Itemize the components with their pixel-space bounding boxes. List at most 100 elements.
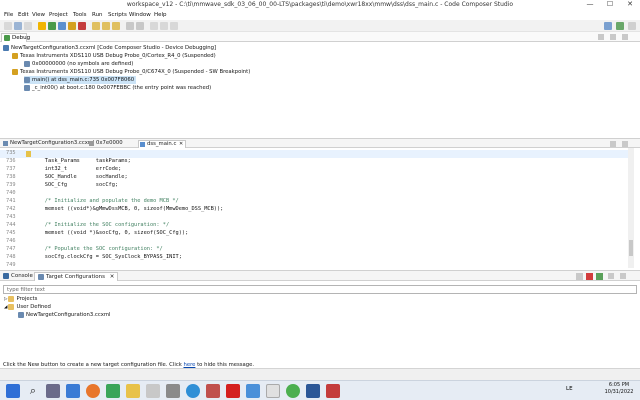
- code-comment: /* Initialize the SOC configuration: */: [32, 222, 170, 228]
- chrome-icon[interactable]: [286, 384, 300, 398]
- menu-tools[interactable]: Tools: [73, 12, 87, 18]
- suspend-icon[interactable]: [68, 22, 76, 30]
- tree-item-user-defined[interactable]: ◢ User Defined: [4, 303, 51, 311]
- reset-icon[interactable]: [126, 22, 134, 30]
- resume-icon[interactable]: [58, 22, 66, 30]
- excel-icon[interactable]: [106, 384, 120, 398]
- build-icon[interactable]: [38, 22, 46, 30]
- tree-item-frame-main[interactable]: main() at dss_main.c:735 0x007F8060: [24, 76, 137, 84]
- ie-icon[interactable]: [66, 384, 80, 398]
- maximize-button[interactable]: ☐: [600, 0, 620, 10]
- menu-edit[interactable]: Edit: [18, 12, 29, 18]
- line-number: 745: [6, 230, 16, 236]
- collapse-icon[interactable]: ◢: [4, 305, 7, 310]
- stack-frame-icon: [24, 84, 30, 91]
- minimize-view-icon[interactable]: [608, 273, 614, 279]
- tab-debug[interactable]: Debug: [1, 33, 30, 42]
- perspective-edit-icon[interactable]: [604, 22, 612, 30]
- maximize-view-icon[interactable]: [620, 273, 626, 279]
- current-line-highlight: [0, 150, 628, 158]
- close-tab-icon[interactable]: ✕: [179, 141, 183, 148]
- console-icon: [3, 272, 9, 279]
- folder-icon: [8, 303, 15, 310]
- line-number: 739: [6, 182, 16, 188]
- stack-frame-icon: [24, 60, 30, 67]
- app-icon[interactable]: [206, 384, 220, 398]
- menu-window[interactable]: Window: [129, 12, 151, 18]
- app-icon[interactable]: [146, 384, 160, 398]
- word-icon[interactable]: [306, 384, 320, 398]
- tree-item-projects[interactable]: ▷ Projects: [4, 295, 37, 303]
- new-config-icon[interactable]: [576, 273, 583, 280]
- system-clock[interactable]: 6:05 PM 10/31/2022: [600, 382, 638, 396]
- code-editor[interactable]: 735 736 737 738 739 740 741 742 743 744 …: [0, 148, 640, 268]
- app-icon[interactable]: [266, 384, 280, 398]
- thread-suspended-icon: [12, 68, 18, 75]
- code-comment: /* Initialize and populate the demo MCB …: [32, 198, 179, 204]
- firefox-icon[interactable]: [86, 384, 100, 398]
- menu-project[interactable]: Project: [49, 12, 68, 18]
- search-toolbar-icon[interactable]: [150, 22, 158, 30]
- minimize-editor-icon[interactable]: [610, 141, 616, 147]
- language-indicator[interactable]: LE: [566, 386, 573, 392]
- debug-icon[interactable]: [48, 22, 56, 30]
- maximize-view-icon[interactable]: [622, 34, 628, 40]
- tab-dss-main[interactable]: dss_main.c ✕: [138, 140, 186, 148]
- task-view-icon[interactable]: [46, 384, 60, 398]
- delete-icon[interactable]: [586, 273, 593, 280]
- tree-item-frame-r4[interactable]: 0x00000000 (no symbols are defined): [24, 60, 133, 68]
- new-icon[interactable]: [4, 22, 12, 30]
- forward-icon[interactable]: [170, 22, 178, 30]
- close-button[interactable]: ✕: [620, 0, 640, 10]
- view-menu-icon[interactable]: [598, 34, 604, 40]
- windows-start-icon[interactable]: [6, 384, 20, 398]
- cube-app-icon[interactable]: [166, 384, 180, 398]
- tree-item-core-c674x[interactable]: Texas Instruments XDS110 USB Debug Probe…: [12, 68, 250, 76]
- menu-file[interactable]: File: [4, 12, 13, 18]
- tree-item-ccxml[interactable]: NewTargetConfiguration3.ccxml: [18, 311, 111, 319]
- app-icon[interactable]: [246, 384, 260, 398]
- tab-disassembly[interactable]: 0x7e0000: [88, 140, 123, 148]
- minimize-button[interactable]: —: [580, 0, 600, 10]
- code-line: memset ((void*)&gMmwDssMCB, 0, sizeof(Mm…: [32, 206, 224, 212]
- expand-icon[interactable]: ▷: [4, 297, 7, 302]
- search-icon[interactable]: ⌕: [26, 384, 40, 398]
- file-icon: [18, 311, 24, 318]
- tree-item-frame-cint00[interactable]: _c_int00() at boot.c:180 0x007FEBBC (the…: [24, 84, 211, 92]
- line-number: 737: [6, 166, 16, 172]
- menu-help[interactable]: Help: [154, 12, 167, 18]
- close-tab-icon[interactable]: ✕: [110, 274, 115, 280]
- line-number: 736: [6, 158, 16, 164]
- minimize-view-icon[interactable]: [610, 34, 616, 40]
- refresh-icon[interactable]: [596, 273, 603, 280]
- tab-target-configurations[interactable]: Target Configurations ✕: [34, 272, 119, 281]
- step-over-icon[interactable]: [102, 22, 110, 30]
- step-into-icon[interactable]: [92, 22, 100, 30]
- tree-item-session[interactable]: NewTargetConfiguration3.ccxml [Code Comp…: [3, 44, 216, 52]
- menu-view[interactable]: View: [32, 12, 45, 18]
- terminate-icon[interactable]: [78, 22, 86, 30]
- perspective-debug-icon[interactable]: [616, 22, 624, 30]
- filter-input[interactable]: type filter text: [3, 285, 637, 294]
- step-return-icon[interactable]: [112, 22, 120, 30]
- editor-scroll-thumb[interactable]: [629, 240, 633, 256]
- file-explorer-icon[interactable]: [126, 384, 140, 398]
- code-composer-studio-icon[interactable]: [226, 384, 240, 398]
- maximize-editor-icon[interactable]: [622, 141, 628, 147]
- back-icon[interactable]: [160, 22, 168, 30]
- menu-scripts[interactable]: Scripts: [108, 12, 127, 18]
- app-icon[interactable]: [326, 384, 340, 398]
- code-comment: /* Populate the SOC configuration: */: [32, 246, 163, 252]
- save-icon[interactable]: [14, 22, 22, 30]
- menu-run[interactable]: Run: [92, 12, 103, 18]
- stack-frame-icon: [24, 76, 30, 83]
- tab-console[interactable]: Console: [3, 272, 33, 281]
- file-icon: [89, 141, 94, 146]
- code-line: int32_t errCode;: [32, 166, 122, 172]
- tab-ccxml[interactable]: NewTargetConfiguration3.ccxml: [2, 140, 95, 148]
- tree-item-core-r4[interactable]: Texas Instruments XDS110 USB Debug Probe…: [12, 52, 216, 60]
- save-all-icon[interactable]: [24, 22, 32, 30]
- perspective-open-icon[interactable]: [628, 22, 636, 30]
- edge-icon[interactable]: [186, 384, 200, 398]
- restart-icon[interactable]: [136, 22, 144, 30]
